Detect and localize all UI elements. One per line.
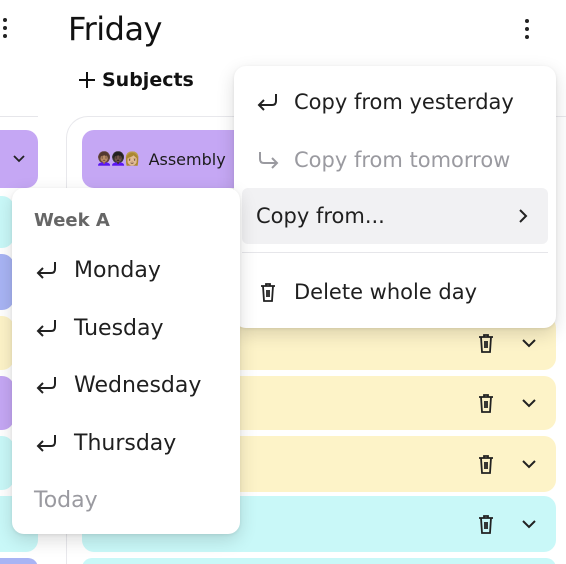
trash-icon <box>261 283 275 302</box>
copy-from-monday-item[interactable]: Monday <box>12 244 240 296</box>
copy-from-yesterday-item[interactable]: Copy from yesterday <box>242 74 548 130</box>
column-divider <box>0 116 38 117</box>
copy-from-submenu-item[interactable]: Copy from... <box>242 188 548 244</box>
add-subjects-button[interactable]: Subjects <box>78 64 194 96</box>
menu-item-label: Thursday <box>74 430 177 456</box>
return-arrow-icon <box>257 94 277 111</box>
timetable-screen: Friday Subjects 👩🏽‍🦱👩🏿‍🦱👩🏼 Assembly <box>0 0 566 564</box>
chevron-down-icon[interactable] <box>520 455 538 473</box>
delete-whole-day-item[interactable]: Delete whole day <box>242 264 548 320</box>
more-options-icon[interactable] <box>0 16 11 40</box>
return-arrow-icon <box>36 320 56 337</box>
menu-item-label: Copy from tomorrow <box>294 148 511 172</box>
lesson-card[interactable] <box>82 558 556 564</box>
copy-from-tuesday-item[interactable]: Tuesday <box>12 302 240 354</box>
menu-item-label: Delete whole day <box>294 280 478 304</box>
plus-icon <box>79 72 95 88</box>
chevron-down-icon[interactable] <box>520 394 538 412</box>
day-title: Friday <box>68 10 162 48</box>
lesson-strip[interactable] <box>0 558 38 564</box>
copy-from-thursday-item[interactable]: Thursday <box>12 417 240 469</box>
return-arrow-icon <box>36 377 56 394</box>
menu-item-label: Copy from... <box>256 204 385 228</box>
chevron-right-icon <box>519 209 528 223</box>
copy-from-wednesday-item[interactable]: Wednesday <box>12 359 240 411</box>
lesson-card-assembly[interactable]: 👩🏽‍🦱👩🏿‍🦱👩🏼 Assembly <box>82 130 252 188</box>
return-arrow-icon <box>36 262 56 279</box>
menu-item-label: Monday <box>74 257 161 283</box>
chevron-down-icon[interactable] <box>520 334 538 352</box>
add-subjects-label: Subjects <box>102 69 194 91</box>
trash-icon[interactable] <box>476 392 496 414</box>
lesson-strip[interactable] <box>0 130 38 188</box>
week-group-label: Week A <box>34 210 110 231</box>
chevron-down-icon[interactable] <box>12 152 26 166</box>
lesson-name: Assembly <box>148 149 226 169</box>
return-arrow-icon <box>36 435 56 452</box>
today-item[interactable]: Today <box>12 474 240 526</box>
chevron-down-icon[interactable] <box>520 515 538 533</box>
menu-item-label: Wednesday <box>74 372 202 398</box>
copy-from-tomorrow-item[interactable]: Copy from tomorrow <box>242 132 548 188</box>
menu-item-label: Tuesday <box>74 315 164 341</box>
menu-item-label: Today <box>34 487 98 513</box>
forward-arrow-icon <box>259 152 279 169</box>
trash-icon[interactable] <box>476 453 496 475</box>
day-options-menu: Copy from yesterday Copy from tomorrow C… <box>234 66 556 328</box>
copy-from-submenu: Week A Monday Tuesday Wednesday Thursday… <box>12 188 240 534</box>
more-options-icon[interactable] <box>520 18 534 42</box>
lesson-emoji: 👩🏽‍🦱👩🏿‍🦱👩🏼 <box>96 151 141 167</box>
trash-icon[interactable] <box>476 332 496 354</box>
menu-divider <box>242 252 548 253</box>
menu-item-label: Copy from yesterday <box>294 90 514 114</box>
trash-icon[interactable] <box>476 513 496 535</box>
